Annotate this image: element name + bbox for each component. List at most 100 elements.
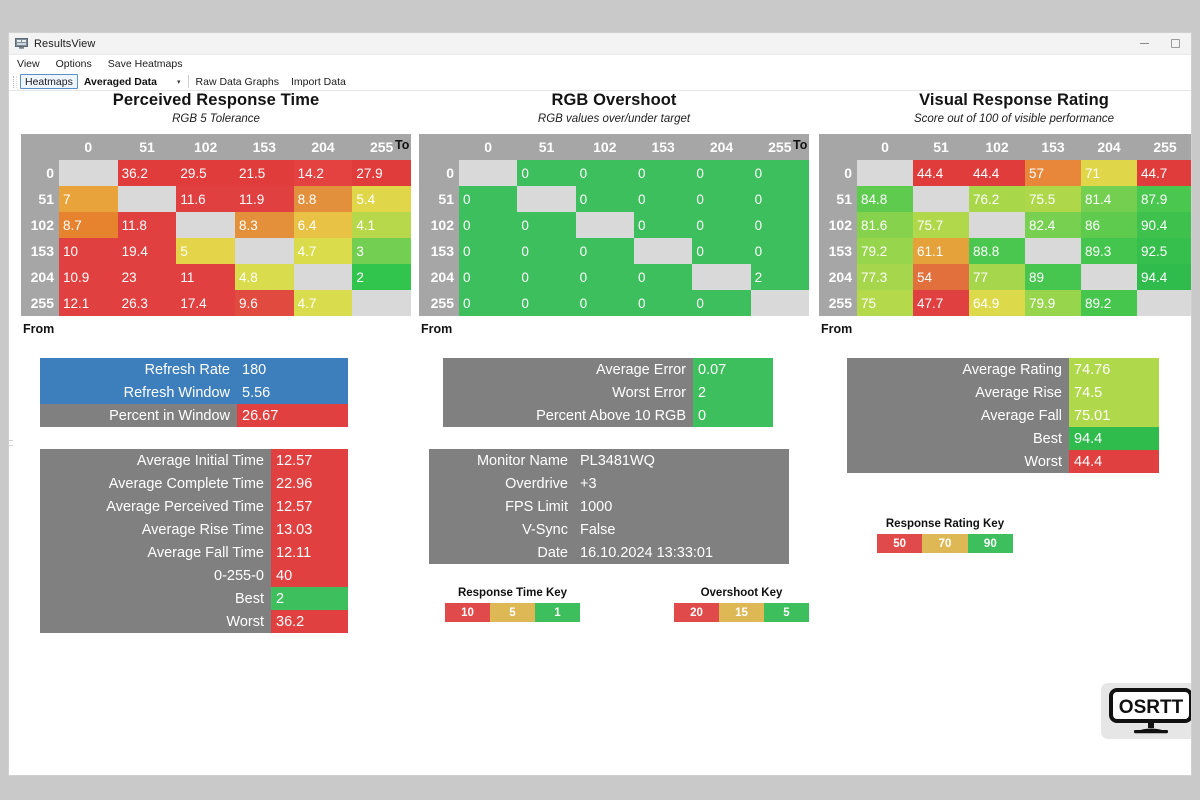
heatmap-cell: 77 [969,264,1025,290]
panel-row-label: Percent Above 10 RGB [443,404,693,427]
column-visual-response-rating: Visual Response Rating Score out of 100 … [819,91,1191,739]
key-row-middle: Response Time Key 10 5 1 Overshoot Key 20 1… [445,587,809,622]
heatmap-cell: 0 [517,212,576,238]
heatmap-cell-diagonal [293,264,353,290]
panel-row-value: 12.57 [271,449,348,472]
heatmap-cell: 0 [692,238,751,264]
results-view-window: ResultsView View Options Save Heatmaps H… [8,32,1192,776]
heatmap-cell-diagonal [352,290,411,316]
panel-row-label: Refresh Window [40,381,237,404]
panel-row-label: Refresh Rate [40,358,237,381]
heatmap-cell: 92.5 [1137,238,1191,264]
panel-row-value: 40 [271,564,348,587]
heatmap-corner [419,134,459,160]
heatmap-subtitle-1: RGB 5 Tolerance [172,113,260,125]
panel-row-label: Average Perceived Time [40,495,271,518]
heatmap-cell: 75 [857,290,913,316]
panel-row-value: PL3481WQ [575,449,789,472]
heatmap-cell: 2 [750,264,809,290]
heatmap-grid-2: 0 51 102 153 204 255 0 0 0 0 0 0 51 0 0 0 0 0 102 0 0 0 0 0 153 0… [419,134,809,316]
heatmap-cell: 27.9 [352,160,411,186]
minimize-button[interactable] [1129,33,1160,55]
toolbar-grip[interactable] [13,75,17,88]
heatmap-cell-diagonal [857,160,913,186]
heatmap-row-header: 51 [419,186,459,212]
heatmap-axis-to-1: To [395,138,410,152]
key-segment: 15 [719,603,764,622]
heatmap-cell: 0 [459,186,518,212]
heatmap-cell: 0 [459,264,518,290]
import-data-button[interactable]: Import Data [291,76,346,88]
heatmap-cell: 0 [633,160,693,186]
heatmap-cell: 2 [352,264,411,290]
heatmap-col-header: 0 [857,134,913,160]
monitor-panel: Monitor Name PL3481WQ Overdrive +3 FPS Limit… [429,449,789,564]
panel-row-value: 44.4 [1069,450,1159,473]
heatmap-axis-from-2: From [421,322,453,336]
heatmap-cell: 0 [692,212,751,238]
panel-row-label: Average Error [443,358,693,381]
osrtt-logo-icon: OSRTT [1109,688,1191,734]
heatmap-cell: 90.4 [1137,212,1191,238]
heatmap-cell: 36.2 [117,160,177,186]
heatmap-row-header: 255 [21,290,59,316]
heatmap-cell: 6.4 [293,212,353,238]
panel-row-label: Worst Error [443,381,693,404]
heatmap-row-header: 102 [419,212,459,238]
heatmap-col-header: 153 [633,134,693,160]
heatmap-cell: 0 [692,186,751,212]
heatmap-cell-diagonal [913,186,969,212]
heatmap-cell-diagonal [59,160,118,186]
heatmap-cell: 89.3 [1081,238,1137,264]
heatmap-cell-diagonal [575,212,634,238]
key-segment: 70 [922,534,968,553]
heatmap-cell: 89 [1025,264,1081,290]
heatmap-col-header: 0 [59,134,118,160]
heatmap-axis-from-3: From [821,322,853,336]
heatmap-cell-diagonal [692,264,751,290]
panel-row-label: FPS Limit [429,495,575,518]
heatmap-cell: 0 [517,264,576,290]
key-segment: 5 [764,603,809,622]
left-edge-marker [9,436,13,462]
toolbar-separator [187,75,189,88]
chevron-down-icon: ▾ [177,78,181,86]
heatmap-row-header: 0 [21,160,59,186]
heatmap-cell: 0 [750,186,809,212]
maximize-button[interactable] [1160,33,1191,55]
panel-row-value: +3 [575,472,789,495]
heatmaps-button[interactable]: Heatmaps [20,74,78,89]
heatmap-cell: 71 [1081,160,1137,186]
heatmap-row-header: 102 [21,212,59,238]
key-segment: 1 [535,603,580,622]
menu-item-view[interactable]: View [17,58,40,70]
panel-row-label: Average Fall Time [40,541,271,564]
raw-data-graphs-button[interactable]: Raw Data Graphs [196,76,279,88]
heatmap-row-header: 0 [819,160,857,186]
panel-row-value: 1000 [575,495,789,518]
heatmap-cell: 44.4 [913,160,969,186]
heatmap-row-header: 204 [21,264,59,290]
heatmap-cell-diagonal [750,290,809,316]
heatmap-cell: 82.4 [1025,212,1081,238]
panel-row-value: 13.03 [271,518,348,541]
heatmap-title-1: Perceived Response Time [112,91,320,109]
heatmap-cell: 54 [913,264,969,290]
heatmap-cell: 4.7 [293,238,353,264]
heatmap-row-header: 51 [21,186,59,212]
menu-item-save-heatmaps[interactable]: Save Heatmaps [108,58,183,70]
heatmap-cell: 0 [750,212,809,238]
heatmap-cell: 76.2 [969,186,1025,212]
overshoot-key-title: Overshoot Key [700,587,783,599]
menu-item-options[interactable]: Options [56,58,92,70]
panel-row-label: Date [429,541,575,564]
heatmap-cell: 84.8 [857,186,913,212]
heatmap-cell: 79.9 [1025,290,1081,316]
heatmap-cell: 0 [459,290,518,316]
heatmap-cell: 89.2 [1081,290,1137,316]
dataset-select[interactable]: Averaged Data ▾ [84,74,181,89]
heatmap-cell-diagonal [459,160,518,186]
window-controls [1129,33,1191,55]
panel-row-value: 0.07 [693,358,773,381]
osrtt-logo-text: OSRTT [1119,697,1184,718]
